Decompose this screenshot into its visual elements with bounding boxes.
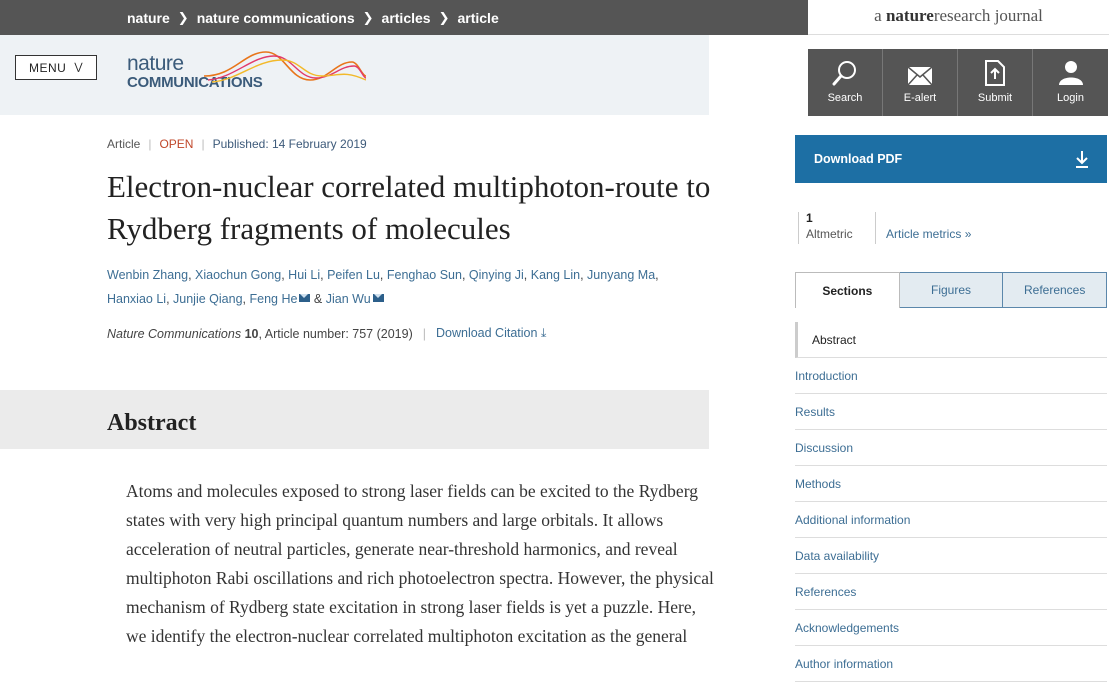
author-link[interactable]: Xiaochun Gong: [195, 268, 281, 282]
section-item-additional-information[interactable]: Additional information: [795, 502, 1107, 538]
chevron-right-icon: ❯: [438, 9, 450, 25]
author-link[interactable]: Peifen Lu: [327, 268, 380, 282]
author-link[interactable]: Fenghao Sun: [387, 268, 462, 282]
logo-wave-icon: [204, 51, 366, 83]
section-list: Abstract Introduction Results Discussion…: [795, 322, 1107, 682]
divider: |: [201, 137, 205, 151]
author-link[interactable]: Hanxiao Li: [107, 292, 166, 306]
section-item-methods[interactable]: Methods: [795, 466, 1107, 502]
section-item-results[interactable]: Results: [795, 394, 1107, 430]
mail-icon[interactable]: [372, 294, 384, 302]
mail-icon[interactable]: [299, 294, 311, 302]
divider: |: [148, 137, 152, 151]
divider: |: [422, 326, 426, 341]
breadcrumb-nature-communications[interactable]: nature communications: [197, 10, 355, 26]
section-item-abstract[interactable]: Abstract: [795, 322, 1107, 358]
breadcrumb-article[interactable]: article: [457, 10, 498, 26]
toolbar: Search E-alert Submit Login: [808, 49, 1108, 116]
author-link[interactable]: Junyang Ma: [587, 268, 655, 282]
menu-button[interactable]: MENU ⋁: [15, 55, 97, 80]
abstract-heading: Abstract: [107, 410, 197, 436]
article-metrics-link[interactable]: Article metrics »: [886, 227, 971, 241]
journal-name: Nature Communications: [107, 326, 242, 341]
abstract-header: Abstract: [0, 390, 709, 449]
open-access-badge: OPEN: [159, 137, 194, 151]
chevron-down-icon: ⋁: [74, 62, 84, 73]
envelope-icon: [907, 66, 933, 86]
metrics-block: 1 Altmetric Article metrics »: [795, 210, 1107, 246]
citation-line: Nature Communications 10, Article number…: [107, 326, 546, 341]
upload-icon: [985, 60, 1005, 86]
altmetric-label: Altmetric: [806, 227, 853, 241]
breadcrumb-bar: nature ❯ nature communications ❯ article…: [0, 0, 808, 35]
section-item-references[interactable]: References: [795, 574, 1107, 610]
breadcrumb-nature[interactable]: nature: [127, 10, 170, 26]
published-date: Published: 14 February 2019: [212, 137, 367, 151]
article-type: Article: [107, 137, 141, 151]
article-title: Electron-nuclear correlated multiphoton-…: [107, 169, 711, 246]
download-icon: ⤓: [540, 326, 547, 340]
article-meta: Article | OPEN | Published: 14 February …: [107, 137, 367, 151]
abstract-text: Atoms and molecules exposed to strong la…: [126, 481, 714, 646]
author-list: Wenbin Zhang, Xiaochun Gong, Hui Li, Pei…: [107, 268, 659, 306]
breadcrumb: nature ❯ nature communications ❯ article…: [127, 0, 499, 35]
naturresearch-logo[interactable]: a natureresearch journal: [808, 6, 1109, 26]
author-link[interactable]: Jian Wu: [326, 292, 371, 306]
sidebar-tabs: Sections Figures References: [795, 272, 1108, 308]
author-link[interactable]: Hui Li: [288, 268, 320, 282]
download-icon: [1076, 151, 1088, 168]
download-citation-link[interactable]: Download Citation ⤓: [436, 326, 546, 341]
e-alert-button[interactable]: E-alert: [883, 49, 958, 116]
author-link[interactable]: Junjie Qiang: [173, 292, 243, 306]
section-item-data-availability[interactable]: Data availability: [795, 538, 1107, 574]
divider: [798, 212, 799, 244]
chevron-right-icon: ❯: [362, 9, 374, 25]
author-link[interactable]: Qinying Ji: [469, 268, 524, 282]
double-chevron-right-icon: »: [964, 227, 972, 241]
author-link[interactable]: Wenbin Zhang: [107, 268, 188, 282]
section-item-acknowledgements[interactable]: Acknowledgements: [795, 610, 1107, 646]
section-item-introduction[interactable]: Introduction: [795, 358, 1107, 394]
download-pdf-button[interactable]: Download PDF: [795, 135, 1107, 183]
section-item-author-information[interactable]: Author information: [795, 646, 1107, 682]
journal-logo[interactable]: nature COMMUNICATIONS: [126, 50, 366, 94]
submit-button[interactable]: Submit: [958, 49, 1033, 116]
article-number: , Article number: 757 (2019): [258, 326, 413, 341]
search-icon: [832, 61, 856, 86]
chevron-right-icon: ❯: [177, 9, 189, 25]
naturresearch-banner[interactable]: a natureresearch journal: [808, 0, 1109, 35]
section-item-discussion[interactable]: Discussion: [795, 430, 1107, 466]
tab-figures[interactable]: Figures: [899, 272, 1004, 308]
user-icon: [1058, 61, 1083, 85]
tab-sections[interactable]: Sections: [795, 272, 900, 308]
volume: 10: [244, 326, 259, 341]
altmetric-score[interactable]: 1: [806, 211, 813, 225]
tab-references[interactable]: References: [1003, 272, 1108, 308]
author-link[interactable]: Kang Lin: [531, 268, 580, 282]
divider: [875, 212, 876, 244]
login-button[interactable]: Login: [1033, 49, 1108, 116]
search-button[interactable]: Search: [808, 49, 883, 116]
breadcrumb-articles[interactable]: articles: [382, 10, 431, 26]
author-link[interactable]: Feng He: [249, 292, 297, 306]
